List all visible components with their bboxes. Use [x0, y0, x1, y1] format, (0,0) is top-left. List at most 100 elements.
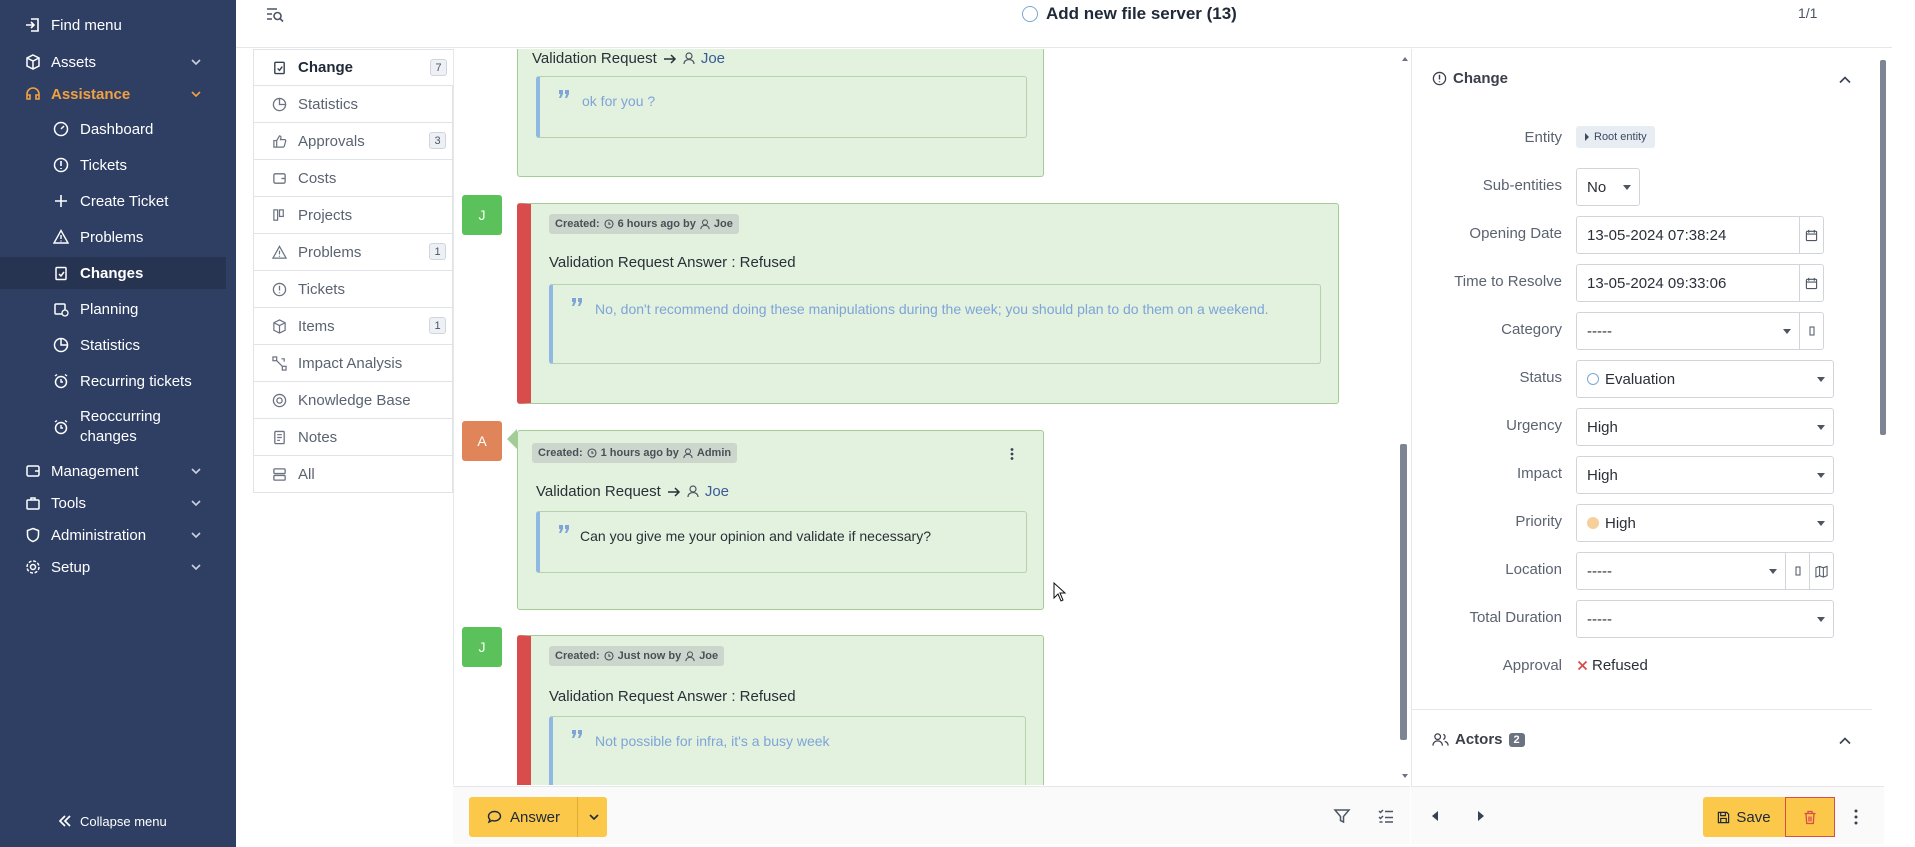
stack-icon	[270, 465, 288, 483]
chevron-down-icon[interactable]	[588, 811, 600, 823]
opening-date-input[interactable]: 13-05-2024 07:38:24	[1576, 216, 1800, 254]
chevron-up-icon[interactable]	[1838, 734, 1852, 748]
quote-icon	[571, 729, 583, 741]
find-menu-label: Find menu	[51, 16, 122, 34]
info-icon[interactable]	[1786, 552, 1810, 590]
sidebar-item-management[interactable]: Management	[0, 457, 236, 485]
tab-statistics[interactable]: Statistics	[253, 86, 453, 123]
status-circle-icon	[1587, 373, 1599, 385]
created-user[interactable]: Joe	[699, 650, 718, 662]
status-select[interactable]: Evaluation	[1576, 360, 1834, 398]
tab-tickets[interactable]: Tickets	[253, 271, 453, 308]
tab-all[interactable]: All	[253, 456, 453, 493]
sidebar-item-setup[interactable]: Setup	[0, 553, 236, 581]
calendar-icon[interactable]	[1800, 216, 1824, 254]
info-icon[interactable]	[1800, 312, 1824, 350]
timeline-scrollbar-thumb[interactable]	[1400, 444, 1407, 740]
sidebar-item-dashboard[interactable]: Dashboard	[0, 113, 236, 145]
validation-target-user[interactable]: Joe	[705, 483, 729, 500]
sidebar-item-administration[interactable]: Administration	[0, 521, 236, 549]
validation-target-user[interactable]: Joe	[701, 50, 725, 67]
gauge-icon	[52, 120, 70, 138]
sidebar-item-assets[interactable]: Assets	[0, 48, 236, 76]
list-search-icon[interactable]	[266, 6, 284, 24]
sidebar-item-reoccurring-changes[interactable]: Reoccurring changes	[0, 406, 236, 448]
caret-down-icon	[1623, 185, 1631, 190]
bubble-pointer	[507, 429, 517, 449]
priority-select[interactable]: High	[1576, 504, 1834, 542]
entity-badge[interactable]: Root entity	[1576, 126, 1655, 148]
map-icon[interactable]	[1810, 552, 1834, 590]
sidebar-item-changes[interactable]: Changes	[0, 257, 226, 289]
tab-count-badge: 3	[429, 132, 446, 149]
answer-title: Validation Request Answer : Refused	[549, 688, 796, 705]
caret-down-icon	[1817, 617, 1825, 622]
chevron-up-icon[interactable]	[1838, 73, 1852, 87]
tab-notes[interactable]: Notes	[253, 419, 453, 456]
answer-button[interactable]: Answer	[469, 797, 607, 837]
caret-left-icon[interactable]	[1431, 811, 1439, 821]
collapse-menu-label: Collapse menu	[80, 813, 167, 829]
impact-select[interactable]: High	[1576, 456, 1834, 494]
tab-problems[interactable]: Problems 1	[253, 234, 453, 271]
tab-projects[interactable]: Projects	[253, 197, 453, 234]
select-value: High	[1605, 514, 1636, 532]
list-check-icon[interactable]	[1377, 807, 1395, 825]
tab-label: Problems	[298, 243, 362, 261]
sidebar-item-problems[interactable]: Problems	[0, 221, 236, 253]
answer-comment-text: No, don't recommend doing these manipula…	[595, 301, 1269, 317]
select-value: -----	[1587, 322, 1612, 340]
find-menu-button[interactable]: Find menu	[0, 11, 236, 39]
tab-approvals[interactable]: Approvals 3	[253, 123, 453, 160]
tab-knowledge-base[interactable]: Knowledge Base	[253, 382, 453, 419]
section-change-header[interactable]: Change	[1432, 70, 1508, 87]
page-title: Add new file server (13)	[1022, 4, 1237, 24]
tab-items[interactable]: Items 1	[253, 308, 453, 345]
input-value: 13-05-2024 09:33:06	[1587, 274, 1727, 292]
tab-impact-analysis[interactable]: Impact Analysis	[253, 345, 453, 382]
sidebar-item-label: Tools	[51, 494, 87, 512]
created-label: Created:	[555, 650, 600, 662]
comment-icon	[487, 810, 502, 824]
sidebar-item-create-ticket[interactable]: Create Ticket	[0, 185, 236, 217]
time-to-resolve-input[interactable]: 13-05-2024 09:33:06	[1576, 264, 1800, 302]
sidebar-item-assistance[interactable]: Assistance	[0, 80, 236, 108]
more-options-icon[interactable]	[1005, 447, 1019, 461]
category-select[interactable]: -----	[1576, 312, 1800, 350]
section-actors-header[interactable]: Actors 2	[1432, 731, 1525, 748]
clock-icon	[604, 219, 614, 229]
tab-label: Impact Analysis	[298, 354, 403, 372]
chevron-down-icon	[190, 529, 202, 541]
sidebar-item-tools[interactable]: Tools	[0, 489, 236, 517]
more-options-icon[interactable]	[1846, 807, 1866, 827]
avatar: A	[462, 421, 502, 461]
sidebar-item-statistics[interactable]: Statistics	[0, 329, 236, 361]
tab-label: Tickets	[298, 280, 345, 298]
caret-down-icon	[1783, 329, 1791, 334]
delete-button[interactable]	[1785, 797, 1835, 837]
collapse-menu-button[interactable]: Collapse menu	[0, 809, 236, 833]
tab-costs[interactable]: Costs	[253, 160, 453, 197]
calendar-icon[interactable]	[1800, 264, 1824, 302]
field-label: Location	[1505, 561, 1562, 578]
total-duration-select[interactable]: -----	[1576, 600, 1834, 638]
sidebar-item-tickets[interactable]: Tickets	[0, 149, 236, 181]
created-when: 1 hours ago by	[600, 447, 679, 459]
sidebar-item-planning[interactable]: Planning	[0, 293, 236, 325]
tab-change[interactable]: Change 7	[253, 49, 453, 86]
save-button[interactable]: Save	[1703, 797, 1785, 837]
created-user[interactable]: Admin	[697, 447, 731, 459]
created-when: Just now by	[617, 650, 682, 662]
created-user[interactable]: Joe	[714, 218, 733, 230]
caret-right-icon	[1584, 133, 1590, 141]
filter-icon[interactable]	[1333, 807, 1351, 825]
sidebar-item-recurring-tickets[interactable]: Recurring tickets	[0, 365, 236, 397]
shield-icon	[24, 526, 42, 544]
select-value: -----	[1587, 562, 1612, 580]
panel-scrollbar-thumb[interactable]	[1880, 60, 1886, 435]
subentities-select[interactable]: No	[1576, 168, 1640, 206]
location-select[interactable]: -----	[1576, 552, 1786, 590]
vector-icon	[270, 354, 288, 372]
caret-right-icon[interactable]	[1477, 811, 1485, 821]
urgency-select[interactable]: High	[1576, 408, 1834, 446]
